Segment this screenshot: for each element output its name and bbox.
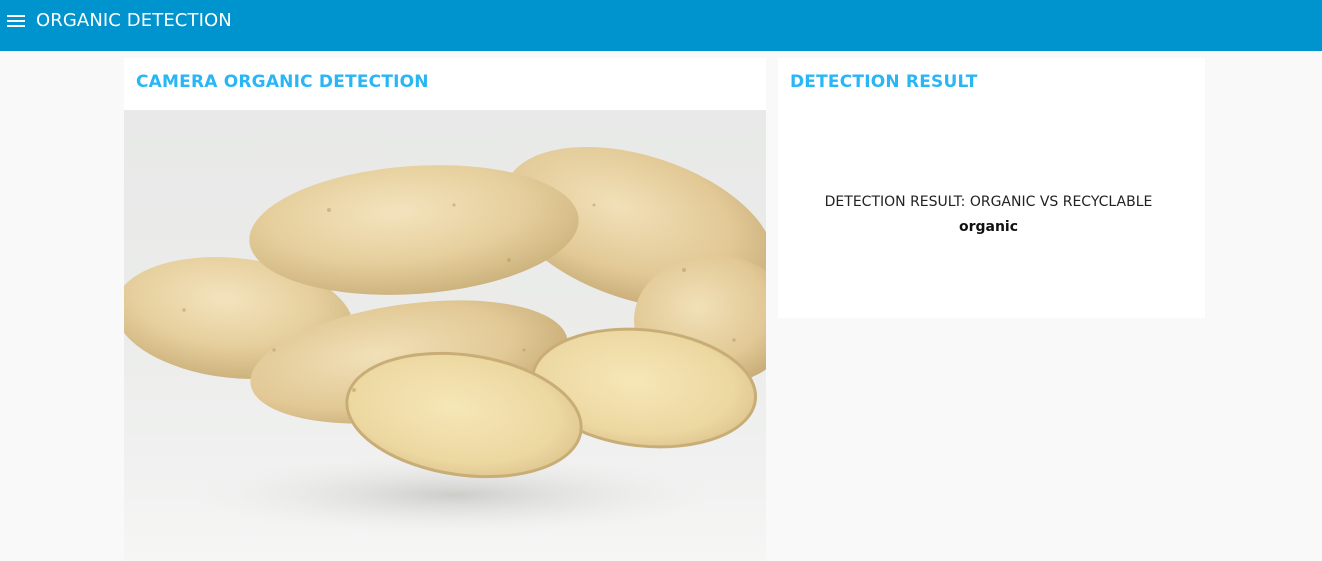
result-value: organic [958,219,1019,235]
result-label: DETECTION RESULT: ORGANIC VS RECYCLABLE [824,194,1153,210]
camera-card: CAMERA ORGANIC DETECTION [124,58,766,561]
result-card-title: DETECTION RESULT [790,72,978,92]
app-header: ORGANIC DETECTION [0,0,1322,51]
result-text: DETECTION RESULT: ORGANIC VS RECYCLABLE … [778,190,1199,240]
hamburger-menu-icon[interactable] [7,13,25,29]
result-card: DETECTION RESULT DETECTION RESULT: ORGAN… [778,58,1205,318]
camera-card-title: CAMERA ORGANIC DETECTION [136,72,429,92]
app-title: ORGANIC DETECTION [36,10,232,31]
camera-feed-image [124,110,766,561]
